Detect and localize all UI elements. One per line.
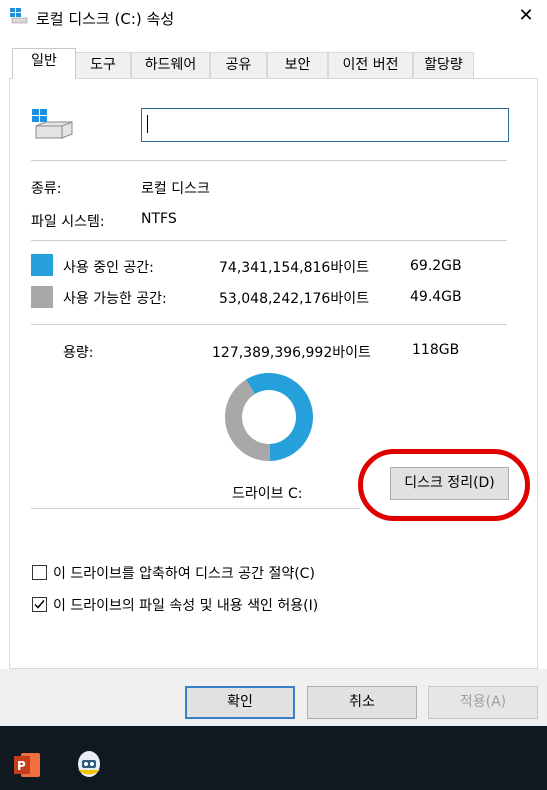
- used-space-size: 69.2GB: [410, 258, 462, 274]
- tab-sharing[interactable]: 공유: [210, 52, 267, 78]
- tab-quota[interactable]: 할당량: [413, 52, 474, 78]
- compress-checkbox[interactable]: [32, 565, 47, 580]
- tab-previous-versions[interactable]: 이전 버전: [328, 52, 413, 78]
- tab-general[interactable]: 일반: [12, 48, 76, 79]
- free-space-arc: [224, 379, 271, 461]
- used-space-swatch: [31, 254, 53, 276]
- filesystem-label: 파일 시스템:: [31, 214, 105, 230]
- drive-icon: [10, 8, 28, 24]
- type-label: 종류:: [31, 181, 62, 197]
- checkmark-icon: [34, 600, 45, 609]
- close-button[interactable]: ✕: [514, 4, 538, 28]
- capacity-bytes: 127,389,396,992바이트: [212, 345, 371, 361]
- ok-button[interactable]: 확인: [185, 686, 295, 719]
- filesystem-value: NTFS: [141, 211, 177, 227]
- divider: [31, 160, 507, 161]
- free-space-label: 사용 가능한 공간:: [63, 291, 167, 307]
- compress-checkbox-label[interactable]: 이 드라이브를 압축하여 디스크 공간 절약(C): [53, 563, 315, 583]
- penguin-app-icon[interactable]: [75, 749, 103, 779]
- powerpoint-icon[interactable]: P: [13, 751, 41, 779]
- used-space-bytes: 74,341,154,816바이트: [219, 260, 369, 276]
- apply-button[interactable]: 적용(A): [428, 686, 538, 719]
- index-checkbox[interactable]: [32, 597, 47, 612]
- window-title: 로컬 디스크 (C:) 속성: [36, 10, 175, 28]
- cancel-button[interactable]: 취소: [307, 686, 417, 719]
- used-space-label: 사용 중인 공간:: [63, 260, 154, 276]
- tab-tools[interactable]: 도구: [75, 52, 131, 78]
- usage-donut-chart: [224, 372, 314, 462]
- type-value: 로컬 디스크: [141, 181, 210, 197]
- divider: [31, 508, 360, 509]
- tab-hardware[interactable]: 하드웨어: [131, 52, 210, 78]
- free-space-size: 49.4GB: [410, 289, 462, 305]
- drive-letter-label: 드라이브 C:: [232, 486, 303, 502]
- divider: [31, 240, 507, 241]
- highlight-circle: [358, 449, 530, 521]
- free-space-swatch: [31, 286, 53, 308]
- svg-text:P: P: [17, 759, 26, 773]
- text-caret: [147, 115, 148, 133]
- drive-name-input[interactable]: [141, 108, 509, 142]
- capacity-label: 용량:: [63, 345, 94, 361]
- index-checkbox-label[interactable]: 이 드라이브의 파일 속성 및 내용 색인 허용(I): [53, 595, 318, 615]
- tab-security[interactable]: 보안: [267, 52, 328, 78]
- local-disk-icon: [32, 108, 74, 142]
- capacity-size: 118GB: [412, 342, 460, 358]
- free-space-bytes: 53,048,242,176바이트: [219, 291, 369, 307]
- divider: [31, 324, 507, 325]
